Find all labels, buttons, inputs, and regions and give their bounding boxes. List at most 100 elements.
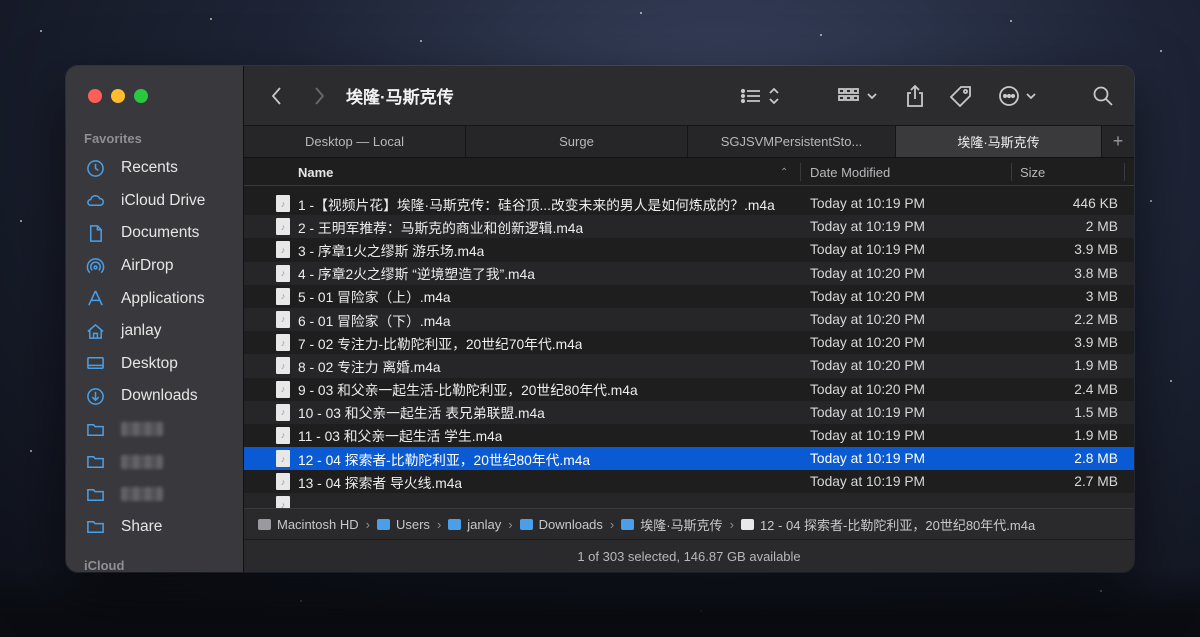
- path-crumb[interactable]: Downloads ›: [519, 517, 622, 532]
- path-crumb[interactable]: Users ›: [376, 516, 448, 532]
- file-row[interactable]: ♪ 9 - 03 和父亲一起生活-比勒陀利亚，20世纪80年代.m4a Today …: [244, 378, 1134, 401]
- file-size: 2.4 MB: [1074, 381, 1118, 397]
- finder-window: Favorites Recents iCloud Drive Documents Ai…: [66, 66, 1134, 572]
- new-tab-button[interactable]: +: [1102, 126, 1134, 157]
- file-date: Today at 10:19 PM: [810, 219, 926, 235]
- date-column-header[interactable]: Date Modified: [810, 158, 890, 186]
- file-row[interactable]: ♪ 5 - 01 冒险家（上）.m4a Today at 10:20 PM 3 MB: [244, 285, 1134, 308]
- sidebar-item-applications[interactable]: Applications: [66, 282, 243, 315]
- file-row[interactable]: ♪ 2 - 王明军推荐：马斯克的商业和创新逻辑.m4a Today at 10:19…: [244, 215, 1134, 239]
- file-name: 3 - 序章1火之缪斯 游乐场.m4a: [298, 243, 485, 259]
- file-date: Today at 10:19 PM: [810, 196, 926, 212]
- file-row[interactable]: ♪ 1 -【视频片花】埃隆·马斯克传：硅谷顶...改变未来的男人是如何炼成的？.m…: [244, 192, 1134, 215]
- airdrop-icon: [86, 257, 113, 276]
- file-name: 9 - 03 和父亲一起生活-比勒陀利亚，20世纪80年代.m4a: [298, 383, 638, 399]
- file-row[interactable]: ♪: [244, 493, 1134, 508]
- close-button[interactable]: [88, 89, 102, 103]
- sidebar-item-hidden-folder-8[interactable]: [66, 413, 243, 446]
- sidebar-item-label: Downloads: [121, 387, 198, 405]
- audio-file-icon: ♪: [276, 380, 290, 398]
- sidebar-item-share[interactable]: Share: [66, 511, 243, 544]
- audio-file-icon: ♪: [276, 403, 290, 421]
- file-row[interactable]: ♪ 12 - 04 探索者-比勒陀利亚，20世纪80年代.m4a Today at …: [244, 447, 1134, 471]
- ellipsis-circle-icon: [999, 85, 1036, 106]
- main-pane: 埃隆·马斯克传 Desktop — Local Surge SGJSVMPers…: [244, 66, 1134, 572]
- sidebar-item-hidden-folder-10[interactable]: [66, 478, 243, 511]
- sidebar-item-label: janlay: [121, 322, 162, 340]
- file-date: Today at 10:19 PM: [810, 474, 926, 490]
- action-button[interactable]: [996, 66, 1044, 125]
- audio-file-icon: ♪: [276, 195, 290, 212]
- back-button[interactable]: [264, 66, 290, 125]
- path-separator-icon: ›: [508, 516, 513, 532]
- tab-surge[interactable]: Surge: [466, 126, 688, 157]
- path-crumb[interactable]: Macintosh HD ›: [258, 517, 377, 532]
- share-icon: [907, 84, 923, 107]
- sidebar: Favorites Recents iCloud Drive Documents Ai…: [66, 66, 244, 572]
- search-button[interactable]: [1090, 66, 1116, 125]
- tags-button[interactable]: [947, 66, 975, 125]
- minimize-button[interactable]: [111, 89, 125, 103]
- file-row[interactable]: ♪ 10 - 03 和父亲一起生活 表兄弟联盟.m4a Today at 10:19…: [244, 400, 1134, 424]
- group-by-button[interactable]: [838, 66, 882, 125]
- path-crumb-label: janlay: [467, 516, 502, 532]
- folder-icon: [448, 518, 462, 530]
- folder-icon: [376, 518, 390, 530]
- audio-file-icon: ♪: [276, 496, 290, 508]
- tab-current-folder[interactable]: 埃隆·马斯克传: [896, 126, 1102, 157]
- sidebar-item-airdrop[interactable]: AirDrop: [66, 250, 243, 283]
- sidebar-item-icloud-drive[interactable]: iCloud Drive: [66, 185, 243, 218]
- path-crumb-label: 埃隆·马斯克传: [640, 517, 723, 533]
- column-headers: Name ⌃ Date Modified Size: [244, 158, 1134, 186]
- audio-file-icon: ♪: [276, 426, 290, 444]
- list-view-button[interactable]: [740, 66, 784, 125]
- sidebar-item-desktop[interactable]: Desktop: [66, 348, 243, 381]
- sidebar-item-recents[interactable]: Recents: [66, 152, 243, 185]
- file-name: 2 - 王明军推荐：马斯克的商业和创新逻辑.m4a: [298, 220, 584, 236]
- tab-desktop-local[interactable]: Desktop — Local: [244, 126, 466, 157]
- sidebar-item-hidden-folder-9[interactable]: [66, 445, 243, 478]
- sidebar-item-downloads[interactable]: Downloads: [66, 380, 243, 413]
- file-name: 6 - 01 冒险家（下）.m4a: [298, 313, 451, 329]
- audio-file-icon: ♪: [276, 287, 290, 305]
- file-date: Today at 10:20 PM: [810, 288, 926, 304]
- file-name: 5 - 01 冒险家（上）.m4a: [298, 290, 451, 306]
- status-bar: 1 of 303 selected, 146.87 GB available: [244, 539, 1134, 572]
- sidebar-item-documents[interactable]: Documents: [66, 217, 243, 250]
- file-row[interactable]: ♪ 13 - 04 探索者 导火线.m4a Today at 10:19 PM 2.7…: [244, 470, 1134, 493]
- file-size: 2.2 MB: [1074, 312, 1118, 328]
- size-column-header[interactable]: Size: [1020, 158, 1045, 186]
- sidebar-item-label: Applications: [121, 289, 205, 307]
- audio-file-icon: ♪: [276, 241, 290, 259]
- folder-icon: [86, 452, 113, 471]
- favorites-heading: Favorites: [84, 131, 142, 146]
- forward-button[interactable]: [306, 66, 332, 125]
- sidebar-list: Recents iCloud Drive Documents AirDrop Appli…: [66, 152, 243, 543]
- tab-sgjsvm[interactable]: SGJSVMPersistentSto...: [688, 126, 896, 157]
- path-separator-icon: ›: [436, 516, 442, 532]
- audio-file-icon: [740, 518, 754, 530]
- audio-file-icon: ♪: [276, 218, 290, 236]
- file-row[interactable]: ♪ 11 - 03 和父亲一起生活 学生.m4a Today at 10:19 PM…: [244, 424, 1134, 447]
- file-row[interactable]: ♪ 4 - 序章2火之缪斯 “逆境塑造了我”.m4a Today at 10:20 …: [244, 261, 1134, 285]
- grid-icon: [838, 87, 877, 101]
- sidebar-item-janlay[interactable]: janlay: [66, 315, 243, 348]
- name-column-header[interactable]: Name: [298, 158, 333, 186]
- sidebar-item-label: Recents: [121, 159, 178, 177]
- file-row[interactable]: ♪ 8 - 02 专注力 离婚.m4a Today at 10:20 PM 1.9 M…: [244, 354, 1134, 378]
- path-crumb[interactable]: 埃隆·马斯克传 ›: [621, 515, 741, 534]
- path-crumb[interactable]: 12 - 04 探索者-比勒陀利亚，20世纪80年代.m4a: [740, 515, 1035, 534]
- file-row[interactable]: ♪ 7 - 02 专注力-比勒陀利亚，20世纪70年代.m4a Today at 1…: [244, 331, 1134, 354]
- file-row[interactable]: ♪ 6 - 01 冒险家（下）.m4a Today at 10:20 PM 2.2 M…: [244, 307, 1134, 332]
- audio-file-icon: ♪: [276, 264, 290, 282]
- path-crumb[interactable]: janlay ›: [448, 517, 519, 532]
- file-date: Today at 10:20 PM: [810, 312, 926, 328]
- share-button[interactable]: [902, 66, 928, 125]
- redacted-label: [121, 487, 163, 502]
- sidebar-item-label: Desktop: [121, 354, 178, 372]
- audio-file-icon: ♪: [276, 473, 290, 491]
- zoom-button[interactable]: [134, 89, 148, 103]
- file-size: 446 KB: [1072, 196, 1118, 212]
- file-row[interactable]: ♪ 3 - 序章1火之缪斯 游乐场.m4a Today at 10:19 PM 3.9…: [244, 238, 1134, 261]
- window-title: 埃隆·马斯克传: [346, 88, 454, 107]
